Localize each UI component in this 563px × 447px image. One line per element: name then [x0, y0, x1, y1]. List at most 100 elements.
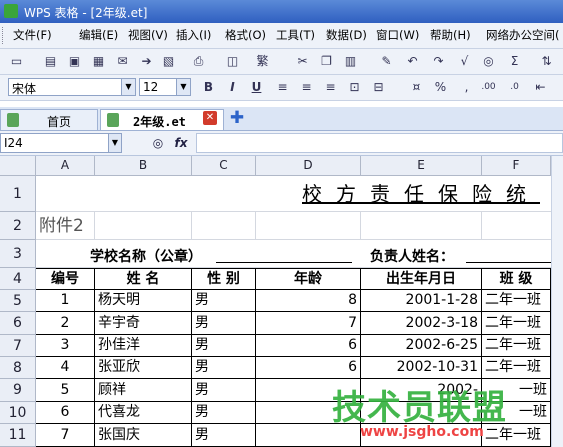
- table-row-cell-age[interactable]: 8: [256, 290, 361, 312]
- cell-c2[interactable]: [192, 212, 256, 240]
- bold-icon[interactable]: B: [200, 79, 217, 96]
- format-painter-icon[interactable]: ✎: [378, 53, 395, 70]
- chevron-down-icon[interactable]: ▼: [176, 79, 190, 95]
- table-row-cell-gender[interactable]: 男: [192, 424, 256, 447]
- traditional-chinese-icon[interactable]: 繁: [254, 53, 271, 70]
- paste-icon[interactable]: ▥: [342, 53, 359, 70]
- table-row-cell-birth[interactable]: 2002-10-31: [361, 357, 482, 379]
- table-row-cell-class[interactable]: 二年一班: [482, 357, 551, 379]
- table-row-cell-no[interactable]: 5: [36, 379, 95, 402]
- tab-home[interactable]: 首页: [0, 109, 98, 130]
- table-row-cell-name[interactable]: 代喜龙: [95, 402, 192, 424]
- row-header-4[interactable]: 4: [0, 268, 36, 290]
- header-cell-class[interactable]: 班 级: [482, 268, 551, 290]
- chevron-down-icon[interactable]: ▼: [108, 134, 121, 152]
- sort-icon[interactable]: ⇅: [538, 53, 555, 70]
- row-header-5[interactable]: 5: [0, 290, 36, 312]
- table-row-cell-no[interactable]: 3: [36, 335, 95, 357]
- table-row-cell-name[interactable]: 张国庆: [95, 424, 192, 447]
- table-row-cell-name[interactable]: 顾祥: [95, 379, 192, 402]
- table-row-cell-no[interactable]: 6: [36, 402, 95, 424]
- new-tab-plus-icon[interactable]: ✚: [229, 110, 245, 127]
- table-row-cell-name[interactable]: 张亚欣: [95, 357, 192, 379]
- decrease-decimal-icon[interactable]: .0: [506, 79, 523, 96]
- align-left-icon[interactable]: ≡: [274, 79, 291, 96]
- row-header-1[interactable]: 1: [0, 176, 36, 212]
- vertical-scrollbar[interactable]: [551, 156, 563, 447]
- table-row-cell-name[interactable]: 辛宇奇: [95, 312, 192, 335]
- currency-icon[interactable]: ¤: [408, 79, 425, 96]
- row-header-3[interactable]: 3: [0, 240, 36, 268]
- table-row-cell-no[interactable]: 1: [36, 290, 95, 312]
- redo-icon[interactable]: ↷: [430, 53, 447, 70]
- table-row-cell-age[interactable]: 6: [256, 335, 361, 357]
- pdf-icon[interactable]: ▧: [160, 53, 177, 70]
- wrap-text-icon[interactable]: ⊟: [370, 79, 387, 96]
- cell-a2[interactable]: 附件2: [36, 212, 95, 240]
- table-row-cell-gender[interactable]: 男: [192, 379, 256, 402]
- column-header-b[interactable]: B: [95, 156, 192, 176]
- email-icon[interactable]: ✉: [114, 53, 131, 70]
- close-tab-icon[interactable]: ✕: [203, 111, 217, 125]
- table-row-cell-age[interactable]: 6: [256, 357, 361, 379]
- cell-d2[interactable]: [256, 212, 361, 240]
- select-all-corner[interactable]: [0, 156, 36, 176]
- copy-icon[interactable]: ❐: [318, 53, 335, 70]
- row-header-9[interactable]: 9: [0, 379, 36, 402]
- table-row-cell-class[interactable]: 二年一班: [482, 335, 551, 357]
- table-row-cell-name[interactable]: 杨天明: [95, 290, 192, 312]
- table-row-cell-class[interactable]: 二年一班: [482, 290, 551, 312]
- menu-format[interactable]: 格式(O): [225, 23, 266, 48]
- header-cell-no[interactable]: 编号: [36, 268, 95, 290]
- table-row-cell-class[interactable]: 二年一班: [482, 312, 551, 335]
- menu-file[interactable]: 文件(F): [13, 23, 52, 48]
- print-preview-icon[interactable]: ◫: [224, 53, 241, 70]
- table-row-cell-no[interactable]: 7: [36, 424, 95, 447]
- header-cell-gender[interactable]: 性 别: [192, 268, 256, 290]
- function-icon[interactable]: √: [456, 53, 473, 70]
- comma-style-icon[interactable]: ,: [458, 79, 475, 96]
- undo-icon[interactable]: ↶: [404, 53, 421, 70]
- menu-network-office[interactable]: 网络办公空间(: [486, 23, 560, 48]
- header-cell-birth[interactable]: 出生年月日: [361, 268, 482, 290]
- menu-view[interactable]: 视图(V): [128, 23, 168, 48]
- header-cell-name[interactable]: 姓 名: [95, 268, 192, 290]
- name-box[interactable]: I24 ▼: [0, 133, 122, 153]
- header-cell-age[interactable]: 年龄: [256, 268, 361, 290]
- table-row-cell-no[interactable]: 2: [36, 312, 95, 335]
- row-header-6[interactable]: 6: [0, 312, 36, 335]
- zoom-search-icon[interactable]: ◎: [150, 135, 166, 151]
- menu-data[interactable]: 数据(D): [326, 23, 367, 48]
- cell-e2[interactable]: [361, 212, 482, 240]
- insert-function-icon[interactable]: fx: [173, 135, 189, 151]
- column-header-d[interactable]: D: [256, 156, 361, 176]
- row-header-10[interactable]: 10: [0, 402, 36, 424]
- open-folder-icon[interactable]: ▤: [42, 53, 59, 70]
- table-row-cell-birth[interactable]: 2001-1-28: [361, 290, 482, 312]
- table-row-cell-gender[interactable]: 男: [192, 312, 256, 335]
- increase-decimal-icon[interactable]: .00: [480, 79, 497, 96]
- column-header-c[interactable]: C: [192, 156, 256, 176]
- table-row-cell-age[interactable]: 7: [256, 312, 361, 335]
- save-icon[interactable]: ▣: [66, 53, 83, 70]
- export-icon[interactable]: ➔: [138, 53, 155, 70]
- table-row-cell-birth[interactable]: 2002-3-18: [361, 312, 482, 335]
- table-row-cell-no[interactable]: 4: [36, 357, 95, 379]
- row-header-11[interactable]: 11: [0, 424, 36, 447]
- column-header-a[interactable]: A: [36, 156, 95, 176]
- menu-tools[interactable]: 工具(T): [276, 23, 315, 48]
- cell-b2[interactable]: [95, 212, 192, 240]
- align-center-icon[interactable]: ≡: [298, 79, 315, 96]
- column-header-e[interactable]: E: [361, 156, 482, 176]
- chevron-down-icon[interactable]: ▼: [121, 79, 135, 95]
- menu-insert[interactable]: 插入(I): [176, 23, 211, 48]
- autosum-icon[interactable]: Σ: [506, 53, 523, 70]
- table-row-cell-gender[interactable]: 男: [192, 402, 256, 424]
- font-family-select[interactable]: 宋体 ▼: [8, 78, 136, 96]
- percent-icon[interactable]: %: [432, 79, 449, 96]
- table-row-cell-birth[interactable]: 2002-6-25: [361, 335, 482, 357]
- hyperlink-icon[interactable]: ◎: [480, 53, 497, 70]
- permission-icon[interactable]: ▦: [90, 53, 107, 70]
- print-icon[interactable]: ⎙: [190, 53, 207, 70]
- menu-window[interactable]: 窗口(W): [376, 23, 419, 48]
